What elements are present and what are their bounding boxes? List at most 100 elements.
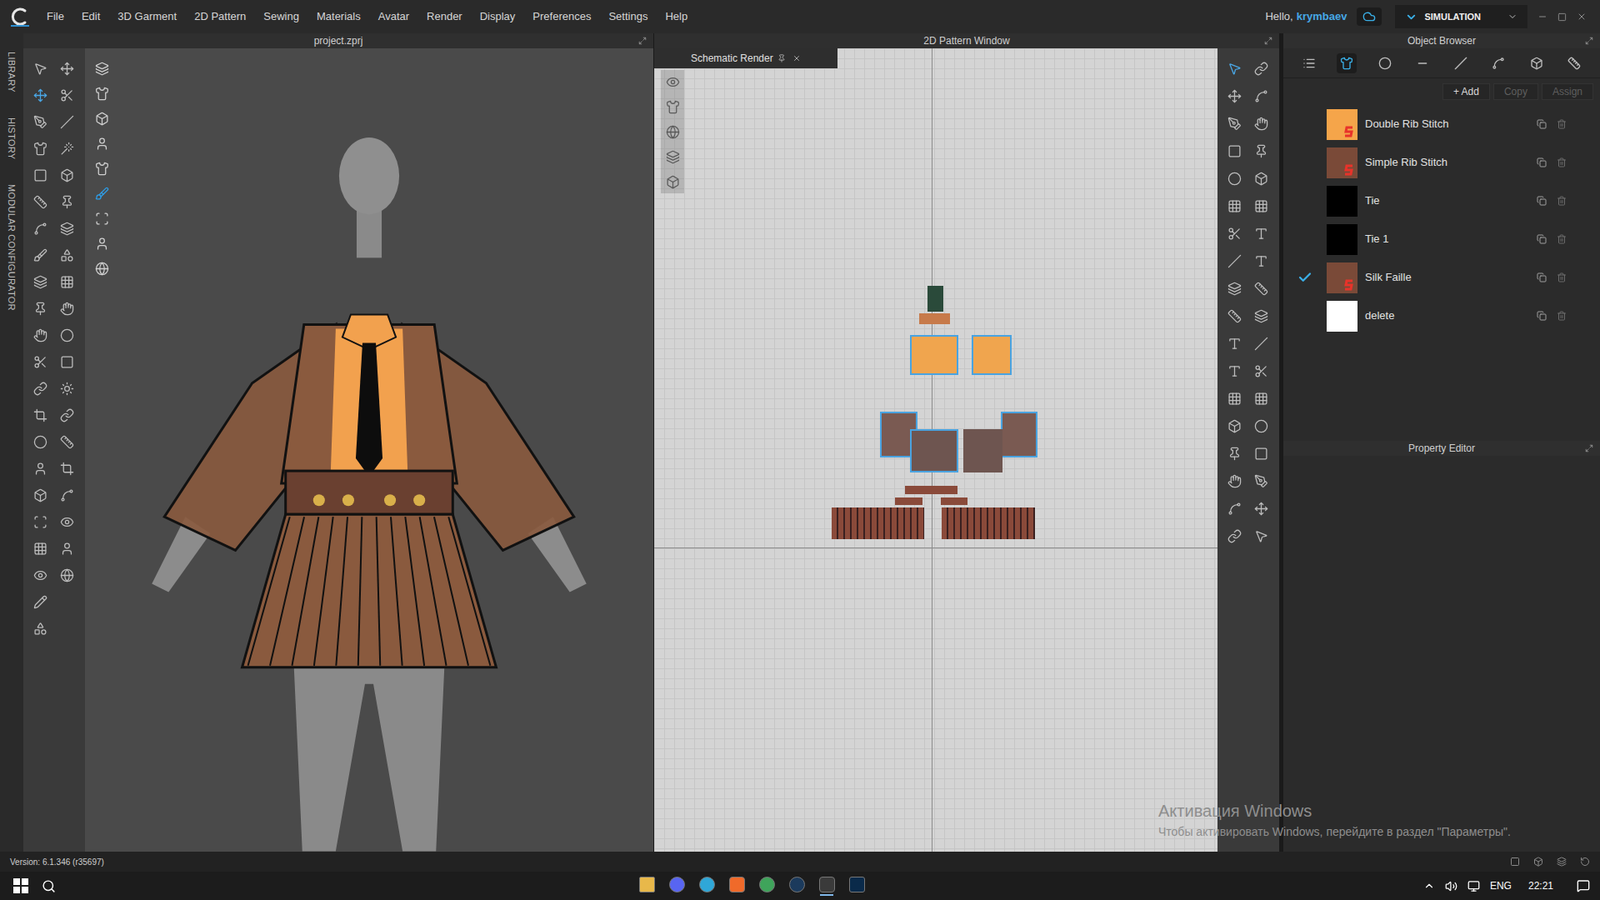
menu-item[interactable]: 2D Pattern (194, 8, 246, 25)
taskbar-app[interactable] (729, 876, 745, 896)
menu-item[interactable]: Materials (316, 8, 361, 25)
object-browser-tab[interactable] (1450, 53, 1471, 74)
clock[interactable]: 22:21 (1528, 878, 1554, 894)
tool-button[interactable] (28, 163, 52, 187)
delete-icon[interactable] (1556, 272, 1567, 283)
tool-button[interactable] (1249, 166, 1273, 190)
close-tab-icon[interactable] (792, 54, 801, 63)
undock-icon[interactable] (1585, 444, 1594, 453)
pattern-piece[interactable] (963, 429, 1003, 473)
tool-button[interactable] (55, 563, 79, 587)
menu-item[interactable]: Settings (608, 8, 648, 25)
material-row[interactable]: Tie (1283, 181, 1600, 220)
material-row[interactable]: Simple Rib Stitch (1283, 143, 1600, 182)
duplicate-icon[interactable] (1536, 272, 1547, 283)
tool-button[interactable] (28, 536, 52, 560)
tool-button[interactable] (28, 136, 52, 160)
taskbar-app[interactable] (699, 876, 715, 896)
tool-button[interactable] (1222, 496, 1246, 520)
tool-button[interactable] (1249, 276, 1273, 300)
tool-button[interactable] (660, 120, 685, 144)
network-icon[interactable] (1467, 880, 1480, 893)
tool-button[interactable] (1249, 304, 1273, 328)
tool-button[interactable] (1222, 276, 1246, 300)
tool-button[interactable] (1249, 469, 1273, 493)
search-icon[interactable] (41, 879, 56, 894)
tool-button[interactable] (28, 376, 52, 400)
tool-button[interactable] (1222, 111, 1246, 135)
object-browser-tab[interactable] (1526, 53, 1547, 74)
pattern-piece[interactable] (910, 335, 959, 375)
tool-button[interactable] (1222, 441, 1246, 465)
side-tab[interactable]: MODULAR CONFIGURATOR (5, 184, 20, 311)
tool-button[interactable] (1249, 414, 1273, 438)
tool-button[interactable] (660, 170, 685, 194)
tool-button[interactable] (55, 243, 79, 267)
tool-button[interactable] (55, 136, 79, 160)
action-button[interactable]: Assign (1541, 83, 1594, 100)
tool-button[interactable] (28, 296, 52, 320)
pattern-piece[interactable] (927, 285, 944, 312)
taskbar-app[interactable] (819, 876, 835, 896)
tool-button[interactable] (55, 56, 79, 80)
pattern-piece[interactable] (941, 507, 1035, 540)
material-row[interactable]: Tie 1 (1283, 220, 1600, 259)
pattern-piece[interactable] (905, 485, 958, 495)
schematic-render-tab[interactable]: Schematic Render (654, 48, 838, 69)
pattern-piece[interactable] (1000, 411, 1038, 458)
tool-button[interactable] (28, 323, 52, 347)
tool-button[interactable] (1222, 194, 1246, 218)
tool-button[interactable] (1249, 194, 1273, 218)
material-row[interactable]: Silk Faille (1283, 258, 1600, 297)
tool-button[interactable] (28, 270, 52, 294)
duplicate-icon[interactable] (1536, 234, 1547, 245)
object-browser-tab[interactable] (1564, 53, 1585, 74)
tool-button[interactable] (1222, 139, 1246, 163)
tool-button[interactable] (90, 81, 114, 105)
tool-button[interactable] (55, 456, 79, 480)
tool-button[interactable] (28, 403, 52, 427)
tool-button[interactable] (90, 156, 114, 180)
undock-icon[interactable] (1264, 36, 1273, 45)
tool-button[interactable] (1222, 56, 1246, 80)
pattern-piece[interactable] (895, 497, 923, 505)
object-browser-tab[interactable] (1336, 53, 1357, 74)
menu-item[interactable]: Render (426, 8, 463, 25)
tool-button[interactable] (1222, 386, 1246, 410)
side-tab[interactable]: HISTORY (5, 117, 20, 160)
tool-button[interactable] (28, 83, 52, 107)
pattern-piece[interactable] (910, 429, 959, 473)
user-name[interactable]: krymbaev (1296, 8, 1348, 25)
taskbar-app[interactable] (759, 876, 775, 896)
object-browser-tab[interactable] (1412, 53, 1433, 74)
tool-button[interactable] (55, 163, 79, 187)
delete-icon[interactable] (1556, 234, 1567, 245)
app-logo[interactable] (0, 5, 40, 28)
tool-button[interactable] (660, 70, 685, 94)
tool-button[interactable] (90, 106, 114, 130)
tool-button[interactable] (90, 131, 114, 155)
duplicate-icon[interactable] (1536, 195, 1547, 206)
tool-button[interactable] (28, 483, 52, 507)
tool-button[interactable] (28, 243, 52, 267)
pattern-canvas[interactable]: Schematic Render (654, 48, 1218, 852)
pattern-piece[interactable] (971, 335, 1012, 375)
tool-button[interactable] (28, 590, 52, 614)
tool-button[interactable] (55, 190, 79, 214)
menu-item[interactable]: Sewing (263, 8, 300, 25)
view-2d-icon[interactable] (1556, 856, 1567, 867)
tool-button[interactable] (1249, 524, 1273, 548)
tool-button[interactable] (1222, 304, 1246, 328)
tool-button[interactable] (90, 256, 114, 280)
tool-button[interactable] (28, 190, 52, 214)
cloud-button[interactable] (1356, 7, 1382, 26)
tool-button[interactable] (28, 56, 52, 80)
duplicate-icon[interactable] (1536, 157, 1547, 168)
material-row[interactable]: delete (1283, 296, 1600, 335)
object-browser-tab[interactable] (1299, 53, 1320, 74)
tool-button[interactable] (1249, 331, 1273, 355)
view-3d-icon[interactable] (1533, 856, 1544, 867)
action-button[interactable]: Copy (1493, 83, 1539, 100)
menu-item[interactable]: File (46, 8, 65, 25)
menu-item[interactable]: 3D Garment (117, 8, 177, 25)
